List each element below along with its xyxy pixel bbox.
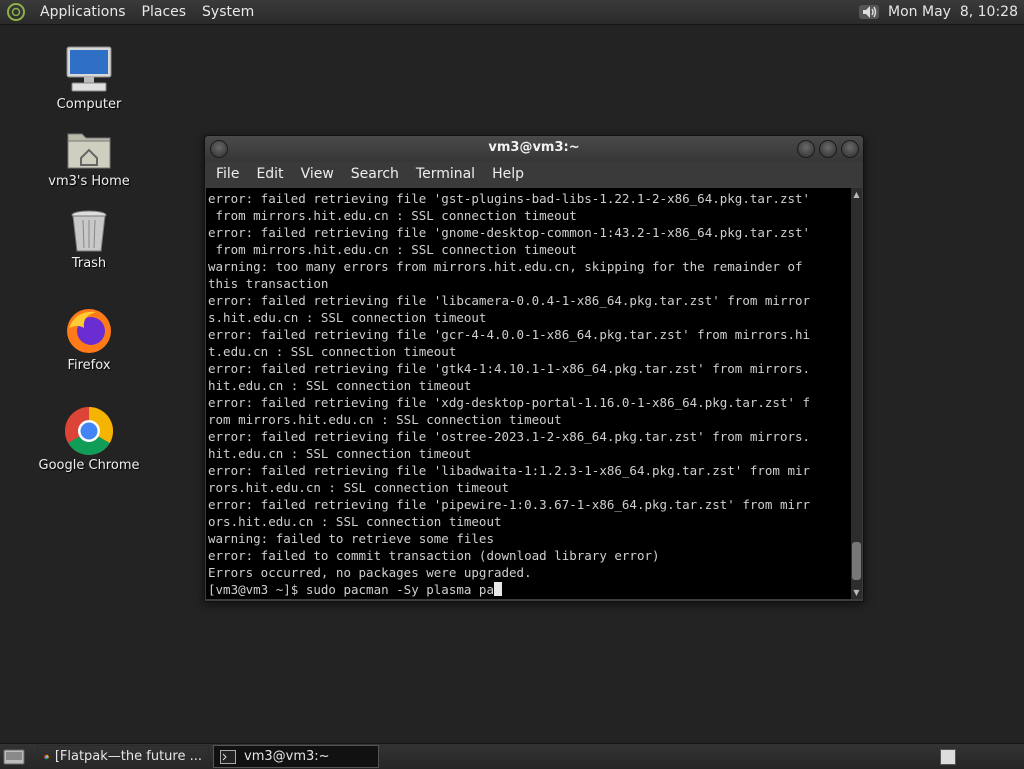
scroll-up-arrow-icon[interactable]: ▲ [852,190,861,199]
terminal-line: hit.edu.cn : SSL connection timeout [208,446,472,461]
terminal-line: error: failed retrieving file 'gcr-4-4.0… [208,327,811,342]
home-folder-icon [67,133,111,169]
desktop-icon-label: Firefox [67,358,111,373]
top-panel: Applications Places System Mon May 8, 10… [0,0,1024,25]
menu-help[interactable]: Help [483,166,532,182]
desktop-icon-computer[interactable]: Computer [29,45,149,112]
computer-icon [66,46,112,92]
window-title: vm3@vm3:~ [488,140,580,155]
panel-tray: Mon May 8, 10:28 [858,2,1024,22]
terminal-line: error: failed retrieving file 'xdg-deskt… [208,395,811,410]
terminal-line: warning: too many errors from mirrors.hi… [208,259,803,274]
terminal-line: error: failed retrieving file 'gtk4-1:4.… [208,361,811,376]
menu-applications[interactable]: Applications [32,4,134,20]
terminal-scrollbar[interactable]: ▲ ▼ [851,188,862,599]
terminal-prompt[interactable]: [vm3@vm3 ~]$ sudo pacman -Sy plasma pa [208,582,494,597]
terminal-line: hit.edu.cn : SSL connection timeout [208,378,472,393]
terminal-output[interactable]: error: failed retrieving file 'gst-plugi… [206,188,851,599]
desktop-icon-home[interactable]: vm3's Home [29,128,149,189]
terminal-line: from mirrors.hit.edu.cn : SSL connection… [208,242,577,257]
terminal-line: error: failed retrieving file 'pipewire-… [208,497,811,512]
firefox-icon [67,309,111,353]
taskbar-item-browser[interactable]: [Flatpak—the future ... [37,745,209,768]
bottom-panel: [Flatpak—the future ... vm3@vm3:~ [0,743,1024,769]
desktop-icon-label: vm3's Home [48,174,130,189]
maximize-button[interactable] [819,140,837,158]
terminal-line: rom mirrors.hit.edu.cn : SSL connection … [208,412,562,427]
menu-search[interactable]: Search [342,166,407,182]
close-button[interactable] [841,140,859,158]
desktop-icon-label: Trash [71,256,107,271]
volume-icon[interactable] [858,2,880,22]
terminal-text: error: failed retrieving file 'gst-plugi… [206,188,851,598]
scroll-down-arrow-icon[interactable]: ▼ [852,588,861,597]
text-cursor [493,582,502,596]
terminal-icon [220,749,236,764]
terminal-line: this transaction [208,276,329,291]
taskbar-item-label: vm3@vm3:~ [244,749,330,764]
scrollbar-thumb[interactable] [852,542,861,580]
menu-terminal[interactable]: Terminal [407,166,483,182]
terminal-line: error: failed retrieving file 'ostree-20… [208,429,811,444]
terminal-line: from mirrors.hit.edu.cn : SSL connection… [208,208,577,223]
terminal-line: warning: failed to retrieve some files [208,531,494,546]
desktop-icon-trash[interactable]: Trash [29,208,149,271]
terminal-line: Errors occurred, no packages were upgrad… [208,565,532,580]
terminal-line: error: failed to commit transaction (dow… [208,548,660,563]
terminal-line: rors.hit.edu.cn : SSL connection timeout [208,480,510,495]
menu-file[interactable]: File [207,166,247,182]
distro-logo-icon[interactable] [6,2,26,22]
terminal-line: error: failed retrieving file 'gst-plugi… [208,191,811,206]
menu-view[interactable]: View [292,166,342,182]
workspace-switcher[interactable] [940,748,956,765]
terminal-window[interactable]: vm3@vm3:~ File Edit View Search Terminal… [204,135,864,602]
menu-places[interactable]: Places [134,4,195,20]
terminal-line: error: failed retrieving file 'libadwait… [208,463,811,478]
taskbar-item-label: [Flatpak—the future ... [54,749,202,764]
terminal-line: ors.hit.edu.cn : SSL connection timeout [208,514,502,529]
clock[interactable]: Mon May 8, 10:28 [888,4,1018,20]
menu-edit[interactable]: Edit [247,166,291,182]
terminal-menubar: File Edit View Search Terminal Help [205,162,863,186]
show-desktop-icon[interactable] [3,748,25,766]
chrome-icon [44,754,49,759]
menu-system[interactable]: System [194,4,262,20]
terminal-line: error: failed retrieving file 'libcamera… [208,293,811,308]
desktop-icon-label: Computer [56,97,122,112]
desktop-icon-firefox[interactable]: Firefox [29,306,149,373]
minimize-button[interactable] [797,140,815,158]
desktop-icon-chrome[interactable]: Google Chrome [29,406,149,473]
trash-icon [71,210,107,252]
chrome-icon [64,407,114,456]
terminal-line: error: failed retrieving file 'gnome-des… [208,225,811,240]
terminal-line: s.hit.edu.cn : SSL connection timeout [208,310,487,325]
terminal-line: t.edu.cn : SSL connection timeout [208,344,457,359]
taskbar-item-terminal[interactable]: vm3@vm3:~ [213,745,379,768]
desktop-icon-label: Google Chrome [38,458,140,473]
window-titlebar[interactable]: vm3@vm3:~ [205,136,863,162]
